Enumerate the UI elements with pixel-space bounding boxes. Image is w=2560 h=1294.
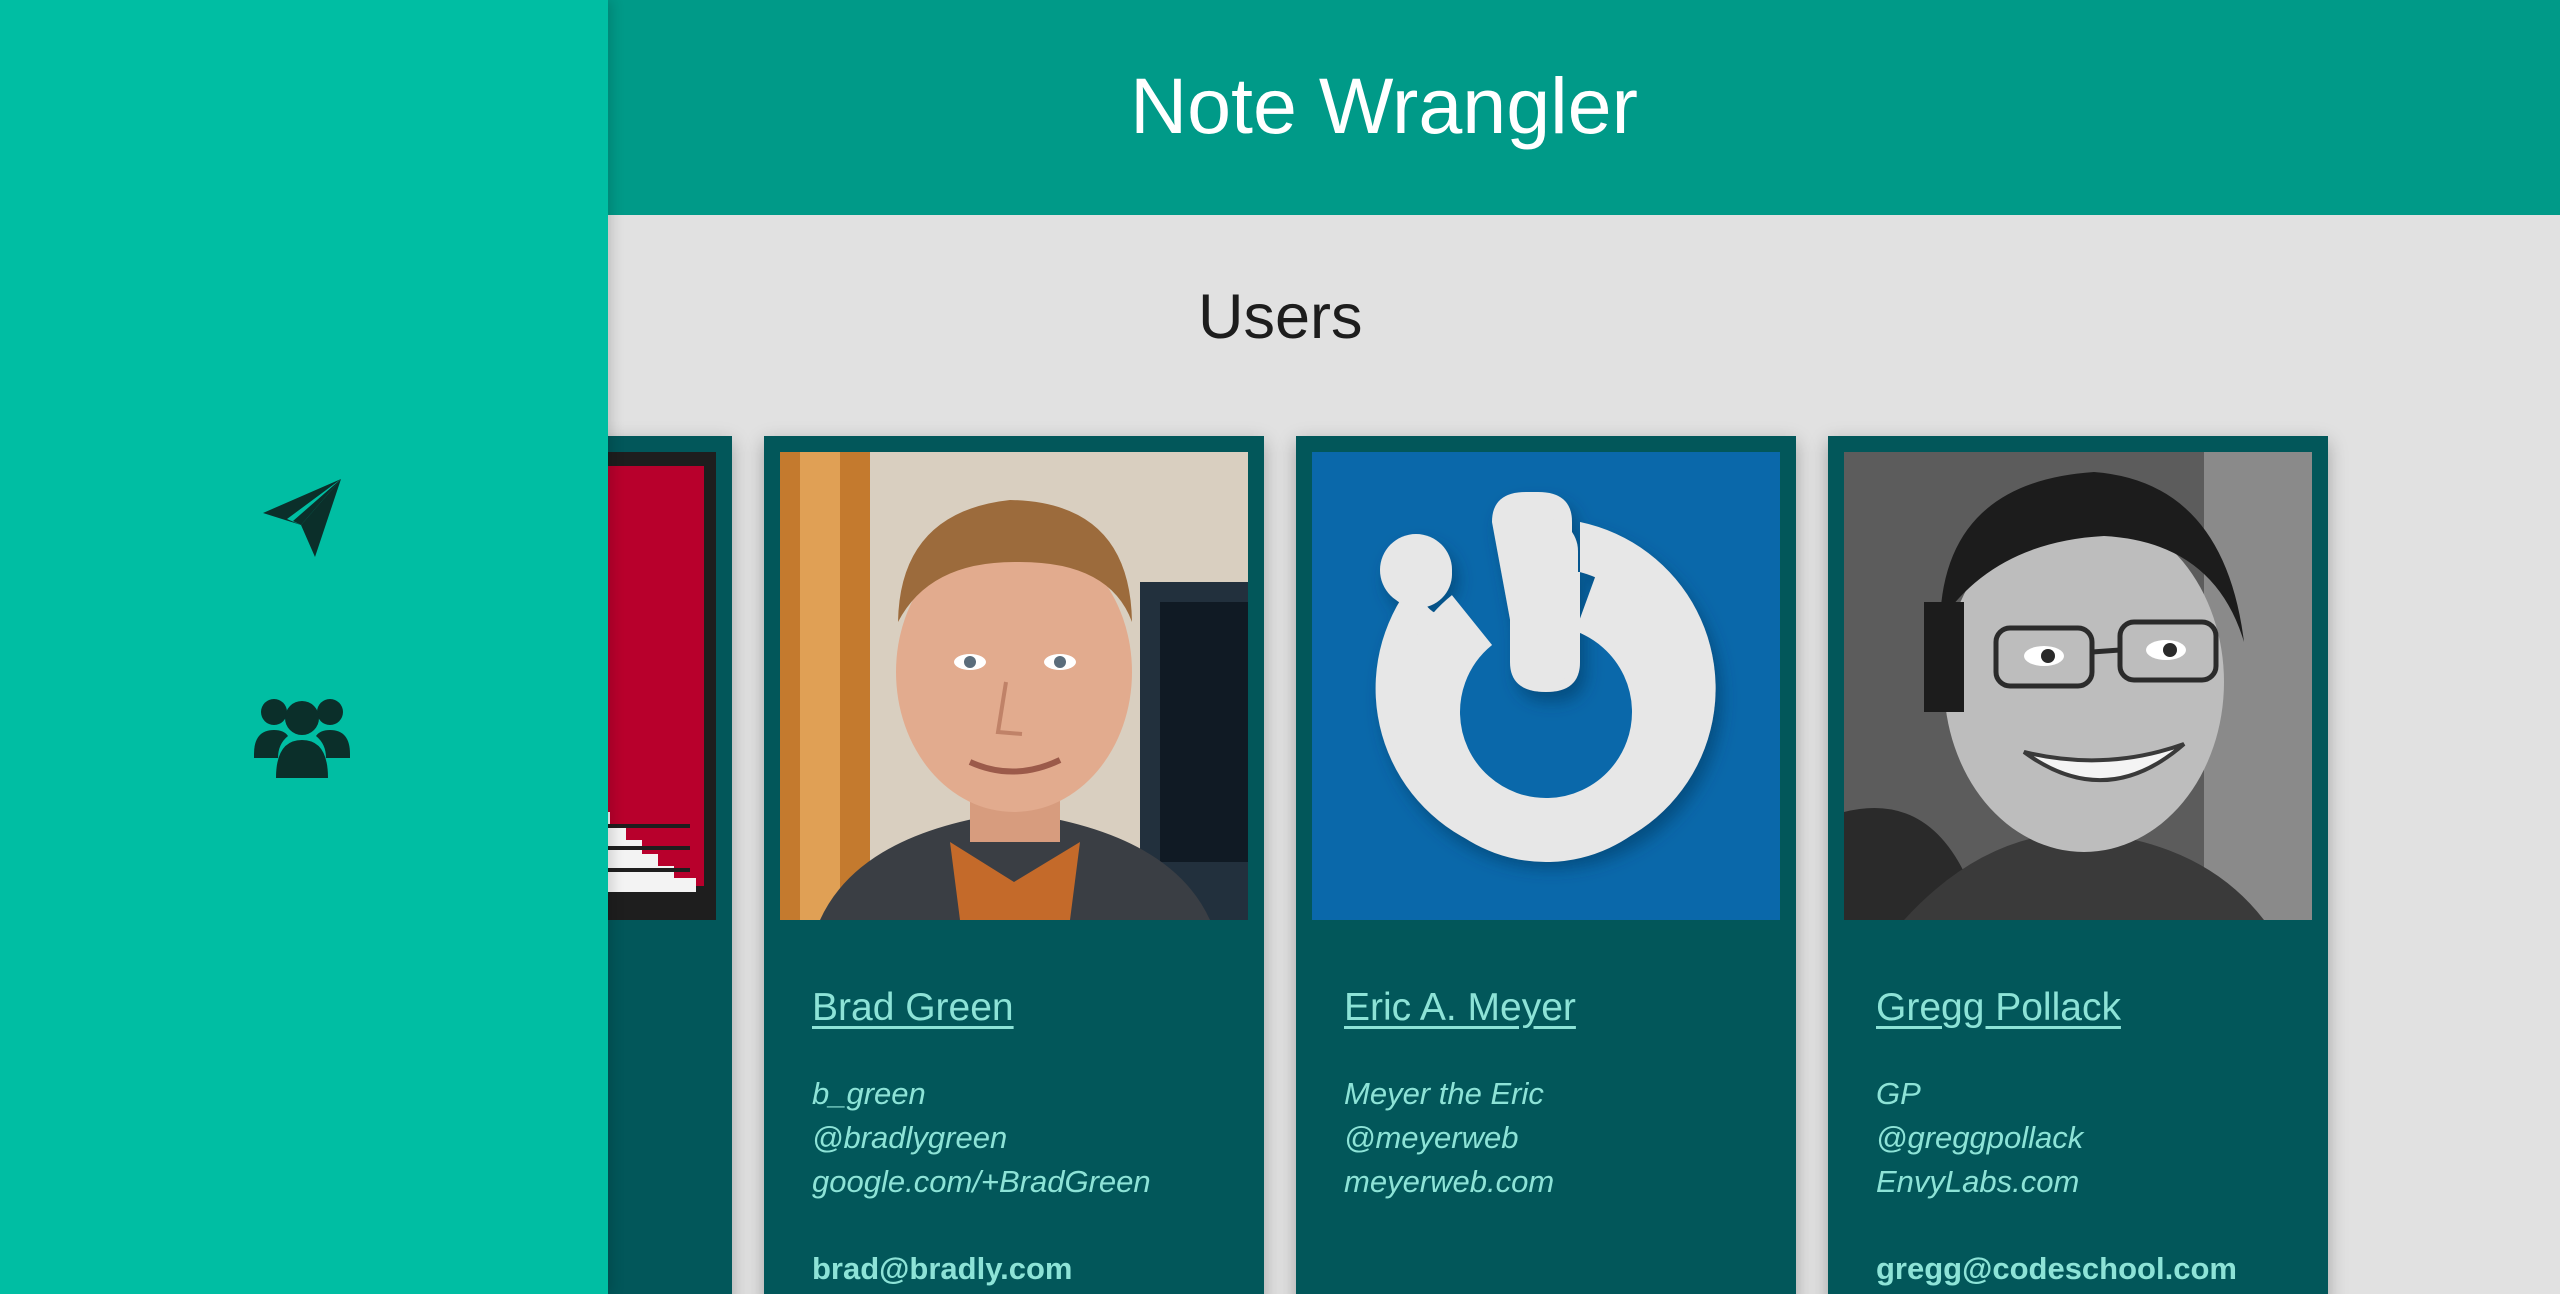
user-avatar (780, 452, 1248, 920)
user-name-link[interactable]: Eric A. Meyer (1344, 986, 1576, 1030)
user-twitter: @greggpollack (1876, 1120, 2084, 1155)
user-card[interactable]: Brad Green b_green @bradlygreen google.c… (764, 436, 1264, 1294)
user-card[interactable]: Eric A. Meyer Meyer the Eric @meyerweb m… (1296, 436, 1796, 1294)
user-twitter: @meyerweb (1344, 1120, 1519, 1155)
user-avatar (1844, 452, 2312, 920)
user-website: EnvyLabs.com (1876, 1164, 2080, 1199)
user-website: google.com/+BradGreen (812, 1164, 1151, 1199)
user-alias: GP (1876, 1076, 1921, 1111)
user-website: meyerweb.com (1344, 1164, 1555, 1199)
user-email: brad@bradly.com (812, 1251, 1073, 1286)
users-icon[interactable] (252, 690, 352, 780)
user-twitter: @bradlygreen (812, 1120, 1008, 1155)
user-card[interactable]: Gregg Pollack GP @greggpollack EnvyLabs.… (1828, 436, 2328, 1294)
paper-plane-icon[interactable] (254, 470, 350, 566)
user-name-link[interactable]: Brad Green (812, 986, 1014, 1030)
user-alias: Meyer the Eric (1344, 1076, 1544, 1111)
app-title: Note Wrangler (1130, 61, 1638, 150)
user-name-link[interactable]: Gregg Pollack (1876, 986, 2121, 1030)
user-avatar (1312, 452, 1780, 920)
user-alias: b_green (812, 1076, 926, 1111)
user-email: gregg@codeschool.com (1876, 1251, 2237, 1286)
page-title: Users (1198, 282, 1363, 352)
sidebar (0, 0, 608, 1294)
